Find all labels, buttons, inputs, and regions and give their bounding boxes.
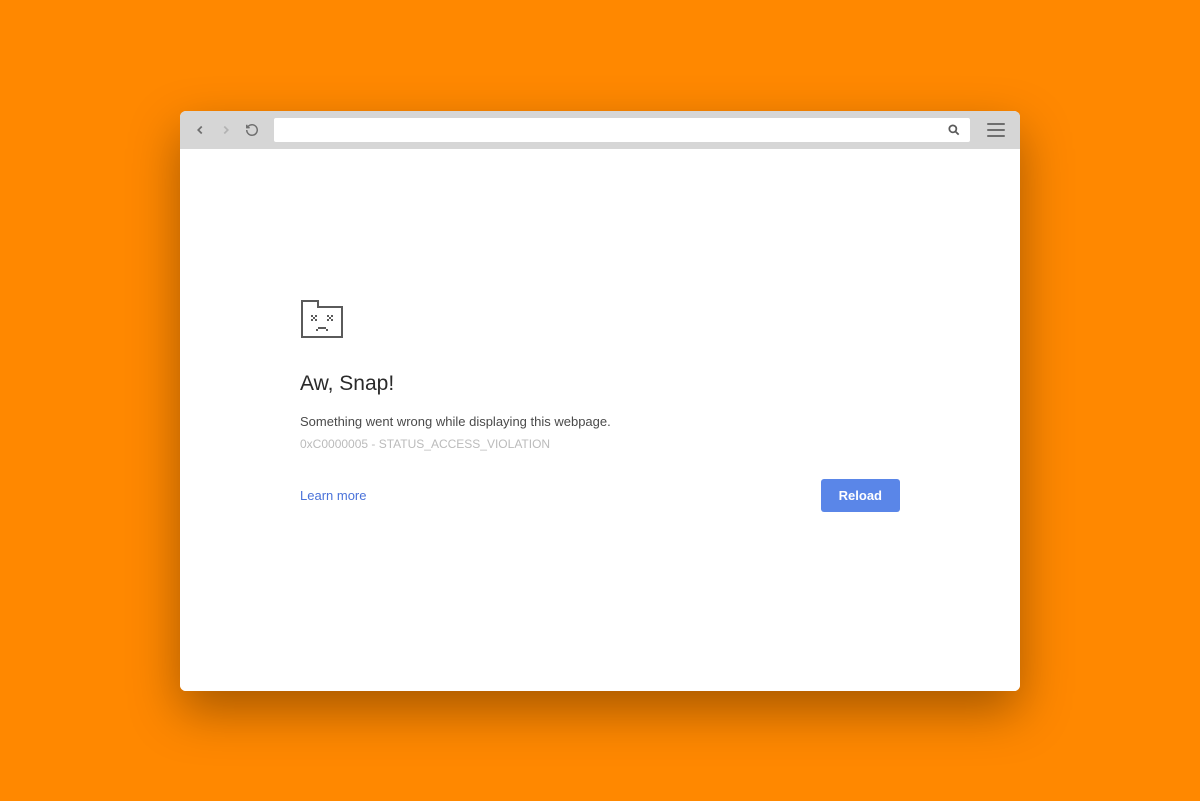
forward-button[interactable] xyxy=(216,120,236,140)
hamburger-icon xyxy=(987,123,1005,125)
reload-button[interactable]: Reload xyxy=(821,479,900,512)
chevron-right-icon xyxy=(219,123,233,137)
reload-icon xyxy=(245,123,259,137)
error-code: 0xC0000005 - STATUS_ACCESS_VIOLATION xyxy=(300,437,900,451)
sad-folder-icon xyxy=(300,299,900,344)
page-content: Aw, Snap! Something went wrong while dis… xyxy=(180,149,1020,691)
error-message: Something went wrong while displaying th… xyxy=(300,414,900,429)
reload-nav-button[interactable] xyxy=(242,120,262,140)
error-actions: Learn more Reload xyxy=(300,479,900,512)
browser-window: Aw, Snap! Something went wrong while dis… xyxy=(180,111,1020,691)
search-icon[interactable] xyxy=(946,122,962,138)
address-input[interactable] xyxy=(282,122,946,137)
chevron-left-icon xyxy=(193,123,207,137)
toolbar xyxy=(180,111,1020,149)
address-bar xyxy=(274,118,970,142)
learn-more-link[interactable]: Learn more xyxy=(300,488,366,503)
menu-button[interactable] xyxy=(982,118,1010,142)
error-title: Aw, Snap! xyxy=(300,372,900,396)
back-button[interactable] xyxy=(190,120,210,140)
